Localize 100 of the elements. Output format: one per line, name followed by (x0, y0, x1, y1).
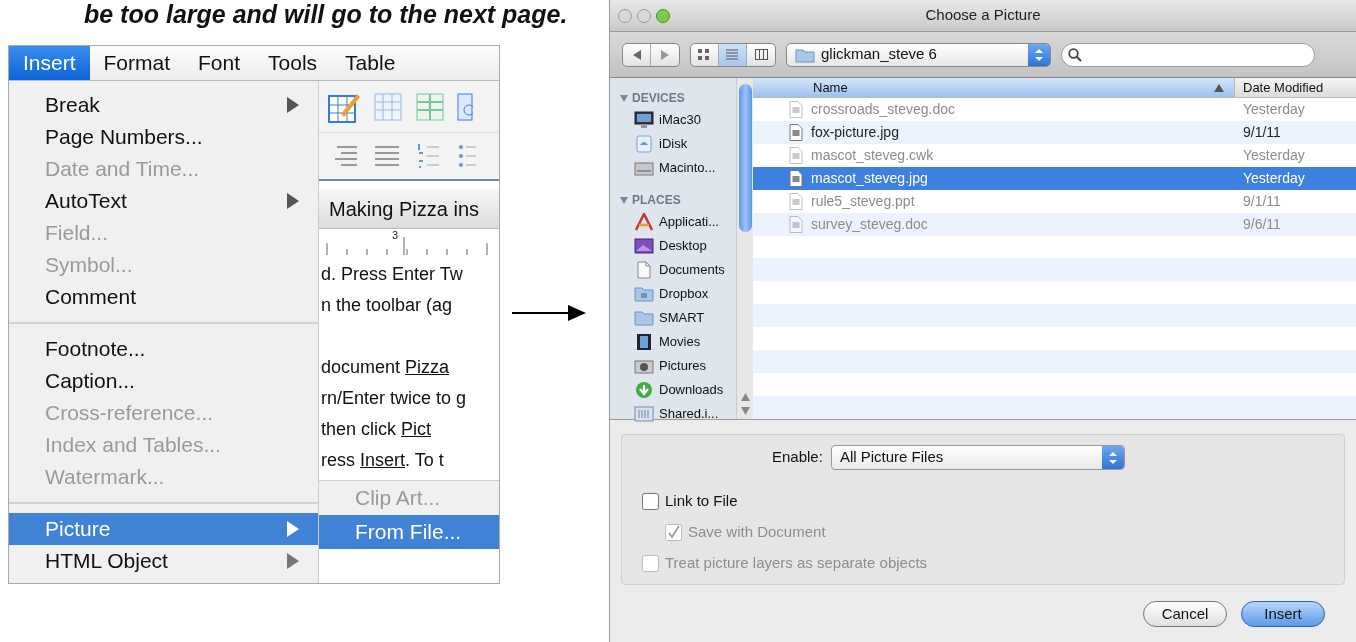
file-row[interactable]: fox-picture.jpg 9/1/11 (753, 120, 1356, 144)
file-date: 9/6/11 (1242, 214, 1282, 234)
sidebar-item[interactable]: Movies (610, 330, 736, 354)
window-title: Choose a Picture (924, 5, 1042, 26)
search-field[interactable] (1061, 42, 1315, 67)
menu-item[interactable]: Caption... (9, 365, 318, 397)
stepper-icon (1108, 451, 1117, 464)
document-text: ress Insert. To t (320, 449, 445, 472)
column-header[interactable]: Date Modified (1235, 78, 1356, 97)
box-folder-icon (634, 285, 654, 303)
file-date: 9/1/11 (1242, 191, 1282, 211)
scroll-up-icon (740, 393, 750, 401)
file-icon (789, 192, 803, 210)
menu-item[interactable]: Comment (9, 281, 318, 313)
sidebar-item[interactable]: iMac30 (610, 108, 736, 132)
scroll-down-icon (740, 407, 750, 415)
file-name: survey_steveg.doc (811, 214, 928, 234)
justify-icon (373, 143, 401, 169)
list-icon (726, 49, 739, 60)
menu-item[interactable]: HTML Object (9, 545, 318, 577)
ruler-label: 3 (392, 229, 400, 241)
file-icon (789, 100, 803, 118)
stepper-icon (1035, 48, 1043, 61)
close-icon (618, 8, 632, 23)
minimize-icon (637, 8, 651, 23)
file-row[interactable]: mascot_steveg.jpg Yesterday (753, 166, 1356, 190)
checkbox[interactable] (642, 493, 659, 510)
scrollbar[interactable] (736, 78, 753, 419)
film-icon (634, 333, 654, 351)
file-date: 9/1/11 (1242, 122, 1282, 142)
menu-bar-item[interactable]: Font (184, 46, 255, 80)
menu-item[interactable]: AutoText (9, 185, 318, 217)
menu-bar-item[interactable]: Table (331, 46, 410, 80)
sidebar-item[interactable]: iDisk (610, 132, 736, 156)
section-heading: PLACES (632, 192, 681, 209)
sidebar-item[interactable]: Shared.i... (610, 402, 736, 426)
scroll-thumb[interactable] (738, 84, 752, 232)
enable-popup[interactable]: All Picture Files (830, 445, 1125, 470)
insert-button[interactable]: Insert (1241, 601, 1325, 627)
checkbox-label: Save with Document (688, 522, 826, 543)
menu-bar-item[interactable]: Format (89, 46, 185, 80)
document-text: d. Press Enter Tw (320, 263, 464, 286)
menu-bar-item[interactable]: Insert (9, 46, 90, 80)
pencil-ruler-icon (634, 213, 654, 231)
sidebar-item[interactable]: Macinto... (610, 156, 736, 180)
sidebar-item[interactable]: Dropbox (610, 282, 736, 306)
download-icon (634, 381, 654, 399)
sidebar-item[interactable]: SMART (610, 306, 736, 330)
document-icon (634, 261, 654, 279)
menu-item[interactable]: Footnote... (9, 333, 318, 365)
forward-icon (660, 49, 670, 60)
monitor-icon (634, 111, 654, 129)
menu-bar-item[interactable]: Tools (254, 46, 332, 80)
grid-icon (698, 49, 711, 60)
checkbox-label: Treat picture layers as separate objects (665, 553, 928, 574)
view-mode-control[interactable] (690, 42, 776, 67)
zoom-icon (656, 8, 670, 23)
document-text: n the toolbar (ag (320, 294, 454, 317)
cancel-button[interactable]: Cancel (1143, 601, 1227, 627)
camera-icon (634, 357, 654, 375)
disclosure-icon (620, 196, 628, 204)
menu-item[interactable]: Picture (9, 513, 318, 545)
file-date: Yesterday (1242, 99, 1306, 119)
folder-icon (795, 46, 815, 63)
drive-icon (634, 159, 654, 177)
sidebar-item[interactable]: Pictures (610, 354, 736, 378)
menu-item[interactable]: Break (9, 89, 318, 121)
column-header[interactable]: Name (753, 78, 1235, 97)
menu-item[interactable]: Page Numbers... (9, 121, 318, 153)
file-name: mascot_steveg.jpg (811, 168, 928, 188)
enable-label: Enable: (772, 447, 823, 468)
grid-icon (373, 91, 403, 122)
section-heading: DEVICES (632, 90, 685, 107)
location-popup[interactable]: glickman_steve 6 (786, 42, 1051, 67)
file-icon (789, 123, 803, 141)
disclosure-icon (620, 94, 628, 102)
document-text: document Pizza (320, 356, 451, 379)
columns-icon (754, 49, 768, 60)
submenu-item[interactable]: From File... (319, 515, 499, 549)
back-icon (631, 49, 642, 60)
caption-text: be too large and will go to the next page. (83, 0, 569, 30)
file-icon (789, 146, 803, 164)
columns-icon (415, 91, 445, 122)
sort-ascending-icon (1214, 83, 1224, 92)
document-text: rn/Enter twice to g (320, 387, 468, 410)
file-icon (789, 169, 803, 187)
search-icon (1068, 47, 1082, 62)
sidebar-item[interactable]: Desktop (610, 234, 736, 258)
sidebar-item[interactable]: Documents (610, 258, 736, 282)
file-name: mascot_steveg.cwk (811, 145, 934, 165)
folder-icon (634, 309, 654, 327)
document-text: then click Pict (320, 418, 433, 441)
file-date: Yesterday (1242, 168, 1306, 188)
sidebar-item[interactable]: Downloads (610, 378, 736, 402)
file-icon (789, 215, 803, 233)
frame-icon (457, 91, 473, 122)
file-date: Yesterday (1242, 145, 1306, 165)
file-name: rule5_steveg.ppt (811, 191, 915, 211)
checkbox-label: Link to File (665, 491, 738, 512)
sidebar-item[interactable]: Applicati... (610, 210, 736, 234)
